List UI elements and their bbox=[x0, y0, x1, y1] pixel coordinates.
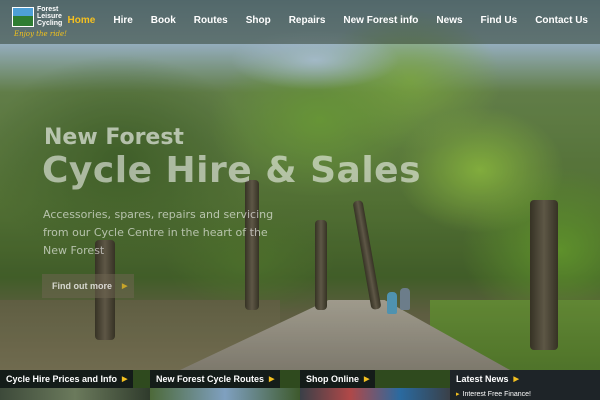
site-header: Forest Leisure Cycling Enjoy the ride! H… bbox=[0, 0, 600, 44]
play-triangle-icon: ▶ bbox=[269, 376, 275, 383]
panel-label: Cycle Hire Prices and Info bbox=[6, 374, 118, 384]
nav-routes[interactable]: Routes bbox=[194, 15, 228, 26]
play-triangle-icon: ▶ bbox=[122, 283, 128, 290]
panel-label: Latest News bbox=[456, 374, 509, 384]
nav-contact-us[interactable]: Contact Us bbox=[535, 15, 588, 26]
panel-new-forest-cycle-routes[interactable]: New Forest Cycle Routes ▶ bbox=[150, 370, 300, 400]
find-out-more-button[interactable]: Find out more ▶ bbox=[42, 274, 134, 298]
play-triangle-icon: ▸ bbox=[456, 391, 460, 398]
feature-panels: Cycle Hire Prices and Info ▶ New Forest … bbox=[0, 370, 600, 400]
panel-image bbox=[150, 388, 300, 400]
logo-tagline: Enjoy the ride! bbox=[14, 30, 67, 38]
hero-title-line-1: New Forest bbox=[44, 125, 184, 150]
panel-label: Shop Online bbox=[306, 374, 359, 384]
panel-image bbox=[300, 388, 450, 400]
panel-label: New Forest Cycle Routes bbox=[156, 374, 265, 384]
panel-shop-online[interactable]: Shop Online ▶ bbox=[300, 370, 450, 400]
logo-line-1: Forest bbox=[37, 6, 59, 13]
play-triangle-icon: ▶ bbox=[122, 376, 128, 383]
nav-news[interactable]: News bbox=[436, 15, 462, 26]
panel-cycle-hire-prices[interactable]: Cycle Hire Prices and Info ▶ bbox=[0, 370, 150, 400]
main-nav: Home Hire Book Routes Shop Repairs New F… bbox=[50, 15, 588, 26]
panel-header: New Forest Cycle Routes ▶ bbox=[150, 370, 281, 388]
panel-latest-news[interactable]: Latest News ▶ ▸ Interest Free Finance! bbox=[450, 370, 600, 400]
nav-home[interactable]: Home bbox=[68, 15, 96, 26]
logo-trees-icon bbox=[12, 7, 34, 27]
nav-repairs[interactable]: Repairs bbox=[289, 15, 326, 26]
hero-title-line-2: Cycle Hire & Sales bbox=[42, 150, 422, 191]
nav-find-us[interactable]: Find Us bbox=[481, 15, 518, 26]
play-triangle-icon: ▶ bbox=[513, 376, 519, 383]
hero-subtitle: Accessories, spares, repairs and servici… bbox=[43, 208, 274, 257]
panel-image bbox=[0, 388, 150, 400]
panel-header: Cycle Hire Prices and Info ▶ bbox=[0, 370, 134, 388]
play-triangle-icon: ▶ bbox=[364, 376, 370, 383]
nav-new-forest-info[interactable]: New Forest info bbox=[343, 15, 418, 26]
nav-hire[interactable]: Hire bbox=[113, 15, 132, 26]
news-item-label: Interest Free Finance! bbox=[462, 391, 531, 398]
panel-header: Latest News ▶ bbox=[450, 370, 525, 388]
nav-book[interactable]: Book bbox=[151, 15, 176, 26]
panel-header: Shop Online ▶ bbox=[300, 370, 376, 388]
find-out-more-label: Find out more bbox=[52, 281, 112, 291]
news-item[interactable]: ▸ Interest Free Finance! bbox=[456, 390, 531, 398]
nav-shop[interactable]: Shop bbox=[246, 15, 271, 26]
